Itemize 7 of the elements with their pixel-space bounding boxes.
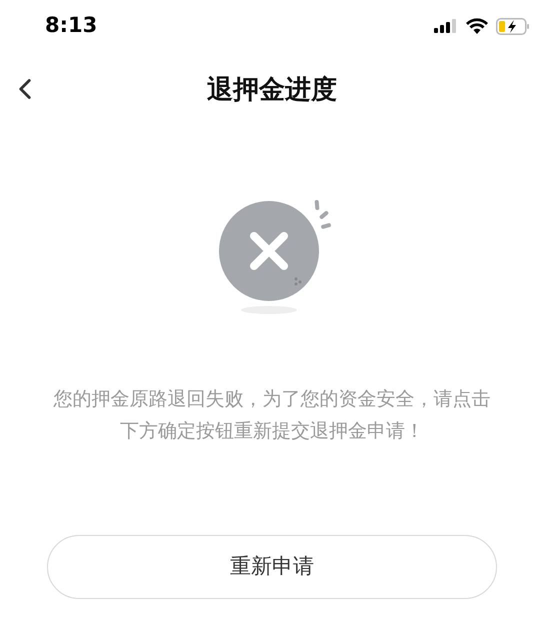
battery-charging-icon	[496, 18, 530, 34]
wifi-icon	[466, 18, 488, 34]
page-title: 退押金进度	[207, 74, 337, 106]
failure-message: 您的押金原路退回失败，为了您的资金安全，请点击下方确定按钮重新提交退押金申请！	[52, 387, 492, 444]
status-time: 8:13	[45, 12, 98, 40]
signal-icon	[434, 19, 458, 33]
reapply-button[interactable]: 重新申请	[47, 535, 497, 599]
